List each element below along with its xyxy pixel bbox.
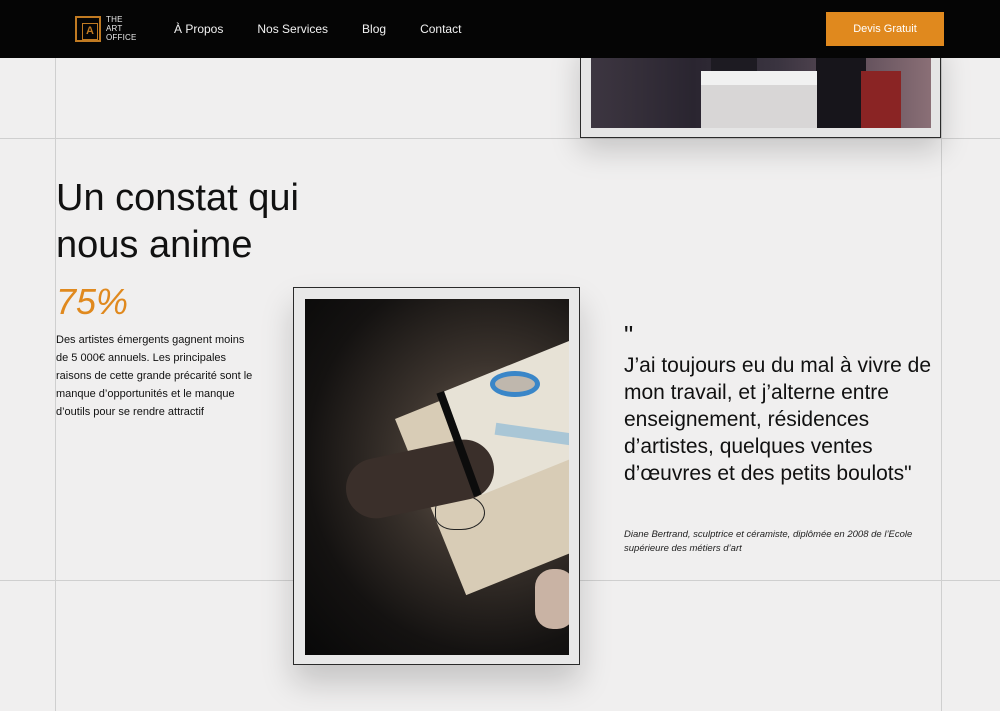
devis-gratuit-button[interactable]: Devis Gratuit: [826, 12, 944, 46]
nav-link-blog[interactable]: Blog: [362, 20, 386, 38]
logo-text-line: ART: [106, 24, 123, 33]
photo-artist-frame: [293, 287, 580, 665]
nav-link-contact[interactable]: Contact: [420, 20, 461, 38]
logo[interactable]: A THE ART OFFICE: [75, 15, 137, 42]
main-nav: À Propos Nos Services Blog Contact: [174, 20, 495, 38]
logo-text: THE ART OFFICE: [106, 15, 137, 42]
logo-text-line: THE: [106, 15, 123, 24]
site-header: A THE ART OFFICE À Propos Nos Services B…: [0, 0, 1000, 58]
quote-mark-icon: ": [624, 320, 634, 350]
grid-line-horizontal-top: [0, 138, 1000, 139]
nav-link-a-propos[interactable]: À Propos: [174, 20, 223, 38]
testimonial-quote: J’ai toujours eu du mal à vivre de mon t…: [624, 354, 931, 485]
nav-link-nos-services[interactable]: Nos Services: [257, 20, 328, 38]
testimonial-citation: Diane Bertrand, sculptrice et céramiste,…: [624, 529, 913, 554]
stat-value: 75%: [56, 281, 129, 322]
stat-description: Des artistes émergents gagnent moins de …: [56, 334, 253, 418]
logo-text-line: OFFICE: [106, 33, 137, 42]
photo-artist-drawing: [305, 299, 569, 655]
logo-mark-letter: A: [82, 22, 98, 40]
section-title-line2: nous anime: [56, 224, 253, 266]
section-title: Un constat qui nous anime: [56, 175, 376, 269]
logo-mark-icon: A: [75, 15, 101, 42]
section-title-line1: Un constat qui: [56, 177, 299, 219]
